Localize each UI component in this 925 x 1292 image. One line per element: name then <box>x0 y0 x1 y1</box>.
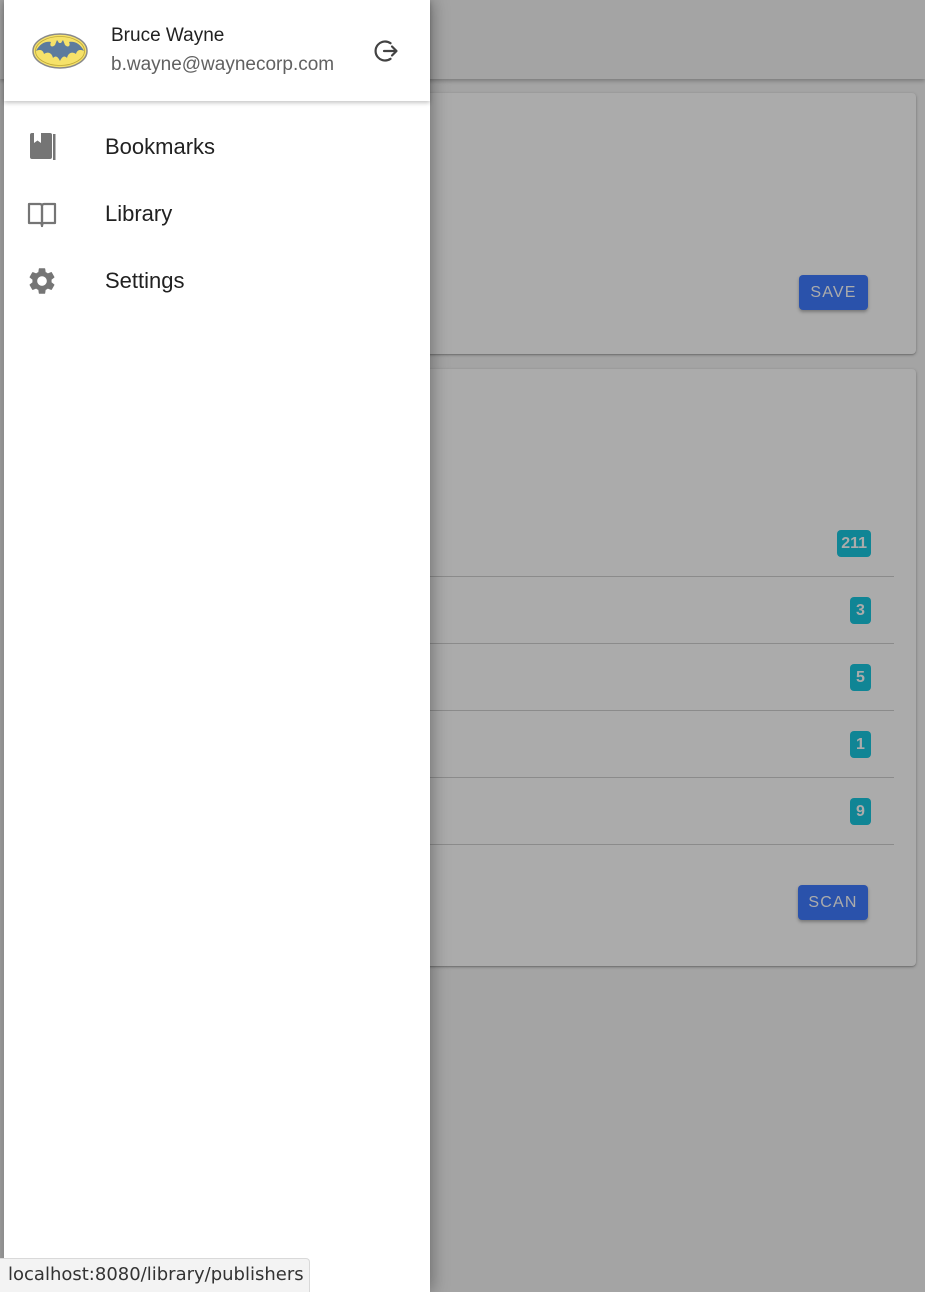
avatar <box>32 33 88 69</box>
nav-list: Bookmarks Library Settings <box>4 111 430 312</box>
user-email: b.wayne@waynecorp.com <box>111 54 335 75</box>
nav-item-label: Library <box>105 201 173 226</box>
user-name: Bruce Wayne <box>111 25 225 46</box>
navigation-drawer: Bruce Wayne b.wayne@waynecorp.com Bookma… <box>4 0 430 1292</box>
open-book-icon <box>27 202 57 228</box>
nav-item-library[interactable]: Library <box>4 178 430 245</box>
browser-status-url: localhost:8080/library/publishers <box>0 1258 310 1292</box>
nav-item-label: Bookmarks <box>105 134 216 159</box>
nav-item-settings[interactable]: Settings <box>4 245 430 312</box>
nav-item-bookmarks[interactable]: Bookmarks <box>4 111 430 178</box>
user-header: Bruce Wayne b.wayne@waynecorp.com <box>4 0 430 101</box>
bookmark-book-icon <box>30 133 56 160</box>
gear-icon <box>29 268 55 294</box>
logout-icon[interactable] <box>373 37 401 65</box>
nav-item-label: Settings <box>105 268 185 293</box>
